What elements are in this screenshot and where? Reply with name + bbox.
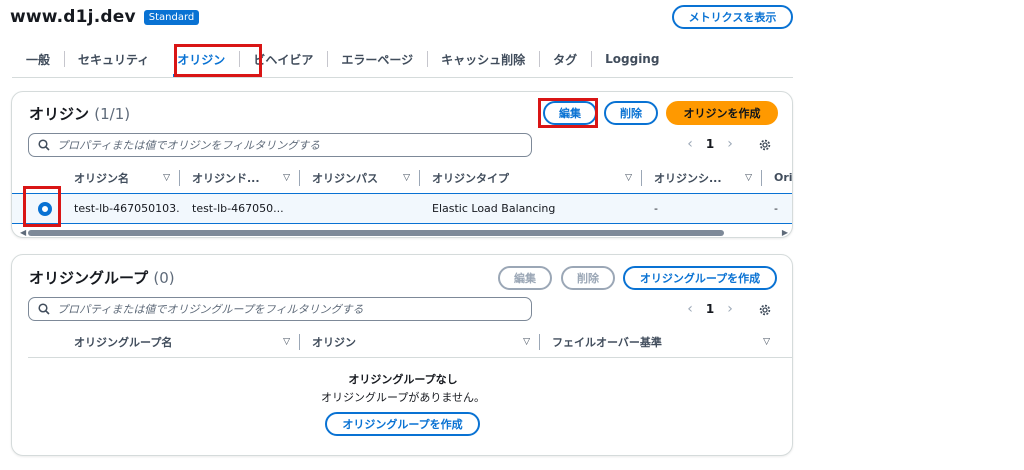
table-row[interactable]: test-lb-467050103.a test-lb-467050... El…	[12, 193, 792, 224]
delete-origin-button[interactable]: 削除	[604, 101, 658, 125]
origins-title: オリジン (1/1)	[29, 105, 131, 123]
tab-logging[interactable]: Logging	[591, 45, 673, 73]
col-origin-path[interactable]: オリジンパス ▽	[300, 162, 420, 193]
edit-origin-button[interactable]: 編集	[543, 101, 597, 125]
origins-table-header: オリジン名 ▽ オリジンド... ▽ オリジンパス ▽ オリジンタイプ ▽ オリジンシ.…	[12, 162, 792, 194]
sort-icon: ▽	[283, 172, 290, 183]
empty-create-origin-group-button[interactable]: オリジングループを作成	[325, 412, 480, 436]
origin-groups-table-header: オリジングループ名 ▽ オリジン ▽ フェイルオーバー基準 ▽	[28, 326, 792, 358]
search-placeholder: プロパティまたは値でオリジンをフィルタリングする	[57, 139, 321, 152]
create-origin-group-button[interactable]: オリジングループを作成	[623, 266, 777, 290]
origin-groups-search-input[interactable]: プロパティまたは値でオリジングループをフィルタリングする	[28, 297, 532, 321]
cell-origin-name: test-lb-467050103.a	[74, 202, 180, 215]
search-placeholder: プロパティまたは値でオリジングループをフィルタリングする	[57, 303, 364, 316]
cell-origin-domain: test-lb-467050...	[192, 202, 284, 215]
col-origin-domain[interactable]: オリジンド... ▽	[180, 162, 300, 193]
view-metrics-button[interactable]: メトリクスを表示	[672, 5, 793, 29]
tab-error-pages[interactable]: エラーページ	[327, 45, 427, 73]
delete-origin-group-button[interactable]: 削除	[561, 266, 615, 290]
tab-security[interactable]: セキュリティ	[64, 45, 163, 73]
tab-invalidations[interactable]: キャッシュ削除	[427, 45, 539, 73]
col-failover-criteria[interactable]: フェイルオーバー基準 ▽	[540, 326, 780, 357]
empty-state-message: オリジングループがありません。	[320, 391, 485, 404]
cell-origin-shield: -	[654, 202, 658, 215]
edit-origin-group-button[interactable]: 編集	[498, 266, 552, 290]
col-origin-group-name[interactable]: オリジングループ名 ▽	[62, 326, 300, 357]
sort-icon: ▽	[763, 336, 770, 347]
page-number[interactable]: 1	[700, 302, 720, 316]
col-origin-shield[interactable]: オリジンシ... ▽	[642, 162, 762, 193]
gear-icon[interactable]	[758, 303, 772, 317]
prev-page-icon[interactable]: ‹	[680, 301, 700, 317]
tab-general[interactable]: 一般	[12, 45, 64, 73]
tab-behaviors[interactable]: ビヘイビア	[239, 45, 327, 73]
col-origin-other[interactable]: Ori	[762, 162, 792, 193]
search-icon	[38, 303, 50, 315]
next-page-icon[interactable]: ›	[720, 136, 740, 152]
scroll-left-icon[interactable]: ◀	[20, 228, 26, 237]
cell-origin-other: -	[774, 202, 778, 215]
distribution-domain: www.d1j.dev	[10, 7, 136, 27]
origin-groups-panel: オリジングループ (0) 編集 削除 オリジングループを作成 プロパティまたは値…	[11, 254, 793, 456]
col-origin-name[interactable]: オリジン名 ▽	[62, 162, 180, 193]
row-select-radio[interactable]	[38, 202, 52, 216]
origins-count: (1/1)	[94, 105, 131, 123]
sort-icon: ▽	[745, 172, 752, 183]
distribution-tabs: 一般 セキュリティ オリジン ビヘイビア エラーページ キャッシュ削除 タグ L…	[12, 45, 793, 78]
next-page-icon[interactable]: ›	[720, 301, 740, 317]
sort-icon: ▽	[403, 172, 410, 183]
prev-page-icon[interactable]: ‹	[680, 136, 700, 152]
sort-icon: ▽	[625, 172, 632, 183]
origins-search-input[interactable]: プロパティまたは値でオリジンをフィルタリングする	[28, 133, 532, 157]
tab-origins[interactable]: オリジン	[163, 45, 239, 77]
col-origin-type[interactable]: オリジンタイプ ▽	[420, 162, 642, 193]
tab-tags[interactable]: タグ	[539, 45, 591, 73]
cell-origin-type: Elastic Load Balancing	[432, 202, 556, 215]
sort-icon: ▽	[523, 336, 530, 347]
horizontal-scrollbar[interactable]	[28, 230, 724, 236]
origin-groups-count: (0)	[153, 269, 175, 287]
search-icon	[38, 139, 50, 151]
sort-icon: ▽	[163, 172, 170, 183]
price-class-badge: Standard	[143, 9, 200, 25]
empty-state-title: オリジングループなし	[348, 373, 458, 386]
col-origin-group-origins[interactable]: オリジン ▽	[300, 326, 540, 357]
create-origin-button[interactable]: オリジンを作成	[666, 101, 778, 125]
origin-groups-pagination: ‹ 1 ›	[680, 301, 740, 317]
page-header: www.d1j.dev Standard	[10, 6, 200, 28]
origins-pagination: ‹ 1 ›	[680, 136, 740, 152]
gear-icon[interactable]	[758, 138, 772, 152]
scroll-right-icon[interactable]: ▶	[782, 228, 788, 237]
origins-panel: オリジン (1/1) 編集 削除 オリジンを作成 プロパティまたは値でオリジンを…	[11, 91, 793, 238]
sort-icon: ▽	[283, 336, 290, 347]
origin-groups-title: オリジングループ (0)	[29, 269, 175, 287]
page-number[interactable]: 1	[700, 137, 720, 151]
